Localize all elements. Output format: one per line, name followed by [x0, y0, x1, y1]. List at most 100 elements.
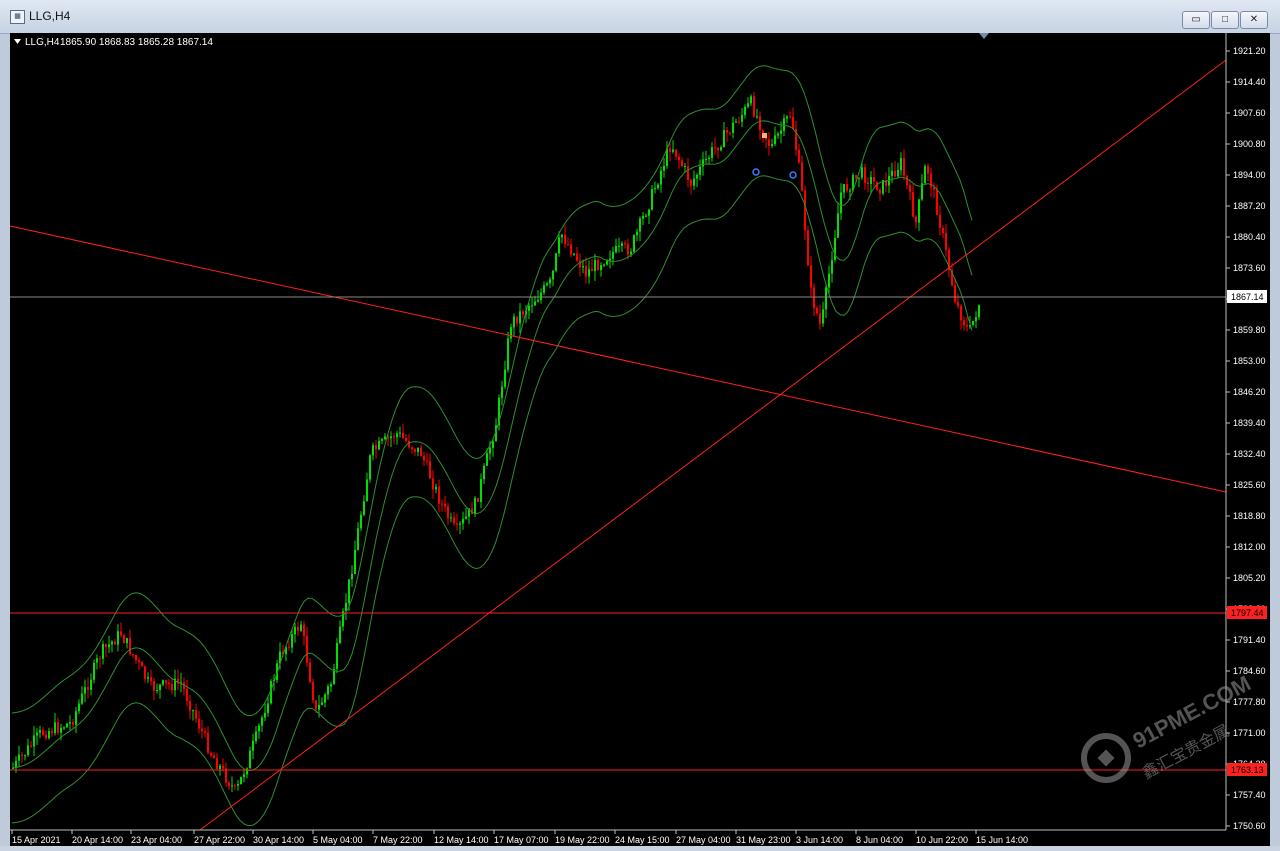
candle-body — [255, 731, 257, 741]
price-chart[interactable]: LLG,H4 1865.90 1868.83 1865.28 1867.14 1… — [9, 33, 1270, 846]
time-tick-label: 17 May 07:00 — [494, 835, 549, 845]
candle-body — [372, 445, 374, 456]
candle-body — [318, 704, 320, 710]
candle-body — [726, 130, 728, 133]
time-tick-label: 10 Jun 22:00 — [916, 835, 968, 845]
price-tick-label: 1900.80 — [1233, 139, 1266, 149]
candle-body — [588, 269, 590, 277]
candle-body — [408, 440, 410, 448]
candle-body — [18, 754, 20, 761]
candle-body — [534, 301, 536, 306]
candle-body — [903, 158, 905, 176]
candle-body — [735, 121, 737, 123]
candle-body — [975, 317, 977, 322]
candle-body — [723, 130, 725, 148]
candle-body — [144, 666, 146, 679]
level-upper-label: 1797.44 — [1231, 608, 1264, 618]
candle-body — [972, 321, 974, 325]
candle-body — [489, 447, 491, 454]
candle-body — [123, 635, 125, 644]
candle-body — [687, 166, 689, 180]
time-tick-label: 27 May 04:00 — [676, 835, 731, 845]
candle-body — [819, 313, 821, 324]
candle-body — [78, 703, 80, 712]
candle-body — [393, 436, 395, 438]
candle-body — [924, 166, 926, 184]
title-bar[interactable]: ▦ LLG,H4 ▭ □ ✕ — [0, 0, 1280, 34]
candle-body — [609, 258, 611, 261]
candle-body — [879, 189, 881, 194]
candle-body — [303, 624, 305, 636]
price-tick-label: 1907.60 — [1233, 108, 1266, 118]
candle-body — [699, 166, 701, 175]
candle-body — [792, 116, 794, 129]
candle-body — [63, 727, 65, 729]
candle-body — [438, 486, 440, 504]
candle-body — [891, 170, 893, 176]
candle-body — [747, 103, 749, 107]
candle-body — [189, 701, 191, 711]
candle-body — [690, 179, 692, 186]
price-tick-label: 1818.80 — [1233, 511, 1266, 521]
candle-body — [357, 528, 359, 550]
price-tick-label: 1832.40 — [1233, 449, 1266, 459]
candle-body — [252, 741, 254, 751]
candle-body — [111, 641, 113, 645]
candle-body — [708, 157, 710, 160]
candle-body — [234, 785, 236, 787]
candle-body — [258, 725, 260, 732]
candle-body — [399, 432, 401, 434]
candle-body — [546, 283, 548, 286]
candle-body — [129, 638, 131, 655]
candle-body — [390, 436, 392, 439]
object-marker-icon[interactable] — [762, 133, 767, 138]
candle-body — [732, 122, 734, 133]
time-tick-label: 27 Apr 22:00 — [194, 835, 245, 845]
candle-body — [957, 301, 959, 306]
candle-body — [939, 214, 941, 228]
candle-body — [117, 631, 119, 645]
candle-body — [579, 260, 581, 268]
candle-body — [339, 626, 341, 644]
candle-body — [405, 438, 407, 441]
candle-body — [531, 305, 533, 307]
minimize-button[interactable]: ▭ — [1182, 11, 1210, 29]
candle-body — [696, 174, 698, 179]
candle-body — [567, 244, 569, 246]
window-title: LLG,H4 — [29, 9, 71, 23]
price-tick-label: 1771.00 — [1233, 728, 1266, 738]
candle-body — [414, 449, 416, 452]
close-button[interactable]: ✕ — [1240, 11, 1268, 29]
candle-body — [42, 729, 44, 735]
candle-body — [492, 441, 494, 448]
candle-body — [594, 260, 596, 271]
time-tick-label: 8 Jun 04:00 — [856, 835, 903, 845]
candle-body — [954, 285, 956, 302]
candle-body — [516, 316, 518, 324]
chart-area[interactable]: LLG,H4 1865.90 1868.83 1865.28 1867.14 1… — [9, 33, 1270, 846]
candle-body — [810, 265, 812, 288]
candle-body — [237, 784, 239, 786]
candle-body — [909, 185, 911, 193]
candle-body — [126, 638, 128, 644]
maximize-button[interactable]: □ — [1211, 11, 1239, 29]
candle-body — [168, 682, 170, 685]
candle-body — [321, 702, 323, 705]
candle-body — [915, 216, 917, 223]
candle-body — [783, 118, 785, 131]
candle-body — [486, 453, 488, 466]
time-tick-label: 12 May 14:00 — [434, 835, 489, 845]
candle-body — [645, 215, 647, 217]
candle-body — [711, 147, 713, 158]
candle-body — [864, 167, 866, 183]
price-tick-label: 1880.40 — [1233, 232, 1266, 242]
terminal-window: ▦ LLG,H4 ▭ □ ✕ LLG,H4 1865.90 1868.83 18… — [0, 0, 1280, 846]
candle-body — [33, 735, 35, 747]
candle-body — [753, 96, 755, 117]
candle-body — [768, 139, 770, 146]
candle-body — [114, 641, 116, 645]
candle-body — [558, 237, 560, 254]
candle-body — [132, 654, 134, 656]
candle-body — [57, 722, 59, 733]
price-tick-label: 1805.20 — [1233, 573, 1266, 583]
